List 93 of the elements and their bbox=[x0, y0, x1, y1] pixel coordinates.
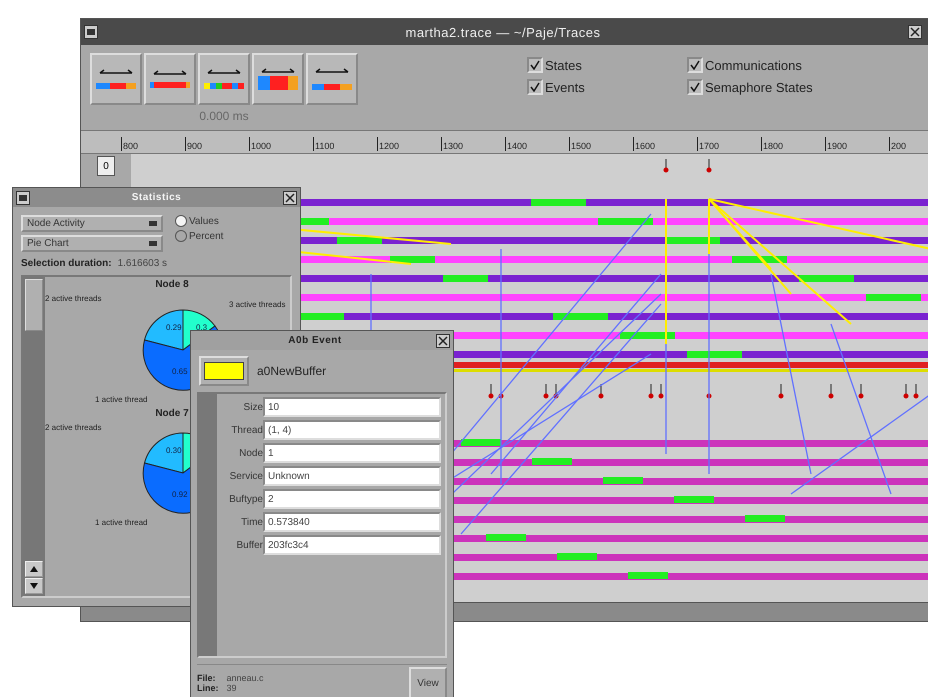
field-label: Thread bbox=[230, 424, 263, 436]
toolbar-button[interactable] bbox=[198, 53, 250, 105]
input-field[interactable]: 2 bbox=[263, 489, 441, 509]
input-field[interactable]: 1 bbox=[263, 443, 441, 463]
window-menu-button[interactable] bbox=[84, 25, 98, 39]
line-label: Line: bbox=[197, 683, 218, 693]
window-title: A0b Event bbox=[288, 335, 342, 346]
node-title: Node 7 bbox=[155, 408, 189, 419]
ruler-label: 800 bbox=[122, 141, 138, 151]
time-display: 0.000 ms bbox=[199, 109, 249, 123]
checkmark-icon bbox=[530, 82, 540, 92]
input-field[interactable]: (1, 4) bbox=[263, 420, 441, 440]
colored-bars-icon bbox=[150, 70, 190, 88]
ruler-label: 1700 bbox=[698, 141, 720, 151]
window-menu-button[interactable] bbox=[16, 190, 30, 204]
ruler-label: 1500 bbox=[570, 141, 592, 151]
ruler-label: 1900 bbox=[826, 141, 848, 151]
checkbox[interactable]: Semaphore States bbox=[687, 79, 887, 95]
checkbox[interactable]: Events bbox=[527, 79, 687, 95]
field-label: Time bbox=[240, 516, 263, 528]
pie-label: 2 active threads bbox=[45, 294, 102, 305]
scroll-down-button[interactable] bbox=[25, 578, 43, 594]
field-label: Buftype bbox=[228, 494, 263, 504]
pie-label: 3 active threads bbox=[229, 300, 286, 309]
ruler-label: 1800 bbox=[762, 141, 784, 151]
dropdown-icon bbox=[149, 221, 157, 226]
file-label: File: bbox=[197, 673, 217, 683]
toolbar-button[interactable] bbox=[90, 53, 142, 105]
close-button[interactable] bbox=[908, 25, 922, 39]
colored-bars-icon bbox=[258, 68, 298, 90]
node-title: Node 8 bbox=[155, 279, 189, 290]
colored-bars-icon bbox=[312, 68, 352, 90]
toolbar-button[interactable] bbox=[252, 53, 304, 105]
ruler-label: 1100 bbox=[314, 141, 334, 151]
pie-label: 1 active thread bbox=[95, 518, 148, 527]
ruler-label: 1000 bbox=[250, 141, 272, 151]
ruler-label: 200 bbox=[890, 141, 906, 151]
dropdown[interactable]: Node Activity bbox=[21, 215, 163, 232]
window-title: Statistics bbox=[132, 192, 182, 203]
checkmark-icon bbox=[530, 60, 540, 70]
dropdown-icon bbox=[149, 241, 157, 246]
slice-label: 0.29 bbox=[166, 323, 182, 332]
input-field[interactable]: 0.573840 bbox=[263, 512, 441, 532]
close-button[interactable] bbox=[283, 190, 297, 204]
input-field[interactable]: 10 bbox=[263, 397, 441, 417]
field-label: Buffer bbox=[236, 540, 263, 550]
colored-bars-icon bbox=[204, 69, 244, 89]
window-title: martha2.trace — ~/Paje/Traces bbox=[405, 24, 600, 40]
ruler-label: 1200 bbox=[378, 141, 400, 151]
slice-label: 0.92 bbox=[172, 490, 188, 499]
colored-bars-icon bbox=[96, 69, 136, 89]
up-triangle-icon bbox=[30, 566, 38, 572]
row-label: 0 bbox=[97, 156, 115, 176]
slice-label: 0.65 bbox=[172, 367, 188, 376]
slice-label: 0.3 bbox=[196, 323, 208, 332]
close-button[interactable] bbox=[436, 334, 450, 348]
slice-label: 0.30 bbox=[166, 446, 182, 455]
ruler-label: 900 bbox=[186, 141, 202, 151]
color-button[interactable] bbox=[199, 356, 249, 386]
close-icon bbox=[438, 336, 448, 346]
event-name: a0NewBuffer bbox=[257, 364, 326, 378]
toolbar-button[interactable] bbox=[144, 53, 196, 105]
event-markers-drawing bbox=[663, 158, 712, 173]
field-label: Node bbox=[238, 448, 263, 458]
scroll-up-button[interactable] bbox=[25, 561, 43, 577]
input-field[interactable]: 203fc3c4 bbox=[263, 535, 441, 555]
selection-value: 1.616603 s bbox=[118, 258, 168, 269]
dropdown[interactable]: Pie Chart bbox=[21, 235, 163, 252]
checkmark-icon bbox=[690, 60, 700, 70]
down-triangle-icon bbox=[30, 583, 38, 589]
checkmark-icon bbox=[690, 82, 700, 92]
scroll-thumb[interactable] bbox=[25, 279, 43, 331]
field-label: Size bbox=[242, 402, 263, 412]
radio-button[interactable]: Percent bbox=[175, 230, 224, 242]
checkbox[interactable]: States bbox=[527, 57, 687, 73]
window-menu-icon bbox=[87, 29, 95, 35]
ruler-label: 1300 bbox=[442, 141, 464, 151]
close-icon bbox=[910, 27, 920, 37]
selection-label: Selection duration: bbox=[21, 258, 112, 269]
field-label: Service bbox=[228, 470, 263, 482]
ruler-label: 1400 bbox=[506, 141, 528, 151]
pie-label: 1 active thread bbox=[95, 395, 148, 404]
close-icon bbox=[285, 192, 295, 202]
view-button[interactable]: View bbox=[409, 667, 447, 697]
input-field[interactable]: Unknown bbox=[263, 466, 441, 486]
line-value: 39 bbox=[226, 683, 238, 693]
window-menu-icon bbox=[19, 194, 27, 200]
radio-button[interactable]: Values bbox=[175, 215, 224, 227]
pie-label: 2 active threads bbox=[45, 423, 102, 432]
ruler-label: 1600 bbox=[634, 141, 656, 151]
file-value: anneau.c bbox=[226, 673, 264, 683]
checkbox[interactable]: Communications bbox=[687, 57, 887, 73]
toolbar-button[interactable] bbox=[306, 53, 358, 105]
